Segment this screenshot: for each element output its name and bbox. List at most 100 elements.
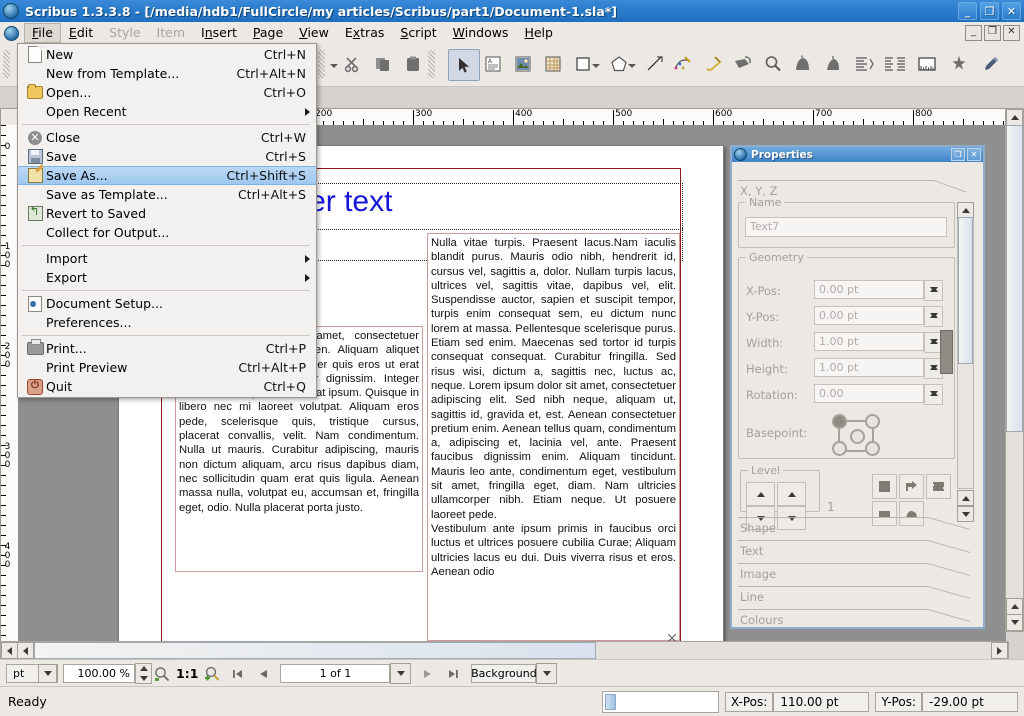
flip-vertical-button[interactable] bbox=[926, 474, 951, 499]
next-page-button[interactable] bbox=[417, 664, 437, 683]
width-input[interactable]: 1.00 pt bbox=[814, 332, 924, 351]
menu-extras[interactable]: Extras bbox=[337, 23, 393, 43]
chevron-down-icon-polygon[interactable] bbox=[628, 61, 637, 70]
tab-image[interactable]: Image bbox=[740, 567, 776, 581]
file-menu-item-new[interactable]: New Ctrl+N bbox=[18, 45, 316, 64]
scroll-left-button-2[interactable] bbox=[17, 642, 34, 659]
basepoint-top-right[interactable] bbox=[865, 414, 880, 429]
basepoint-top-left[interactable] bbox=[832, 414, 847, 429]
eye-dropper-icon[interactable] bbox=[976, 49, 1006, 79]
file-menu-item-document-setup[interactable]: Document Setup... bbox=[18, 294, 316, 313]
file-menu-item-revert-to-saved[interactable]: Revert to Saved bbox=[18, 204, 316, 223]
xpos-input[interactable]: 0.00 pt bbox=[814, 280, 924, 299]
menu-script[interactable]: Script bbox=[392, 23, 444, 43]
previous-page-button[interactable] bbox=[254, 664, 274, 683]
file-menu-item-import[interactable]: Import bbox=[18, 249, 316, 268]
scroll-right-button[interactable] bbox=[991, 642, 1008, 659]
xpos-spinner[interactable] bbox=[924, 280, 943, 301]
close-icon[interactable]: ✕ bbox=[1002, 2, 1021, 20]
file-menu-item-new-from-template[interactable]: New from Template... Ctrl+Alt+N bbox=[18, 64, 316, 83]
toolbar-grip-2[interactable] bbox=[318, 50, 325, 78]
file-menu-item-preferences[interactable]: Preferences... bbox=[18, 313, 316, 332]
chevron-down-icon-shape[interactable] bbox=[592, 61, 601, 70]
doc-restore-icon[interactable]: ❐ bbox=[984, 25, 1001, 41]
height-input[interactable]: 1.00 pt bbox=[814, 358, 924, 377]
palette-scrollbar[interactable] bbox=[957, 202, 974, 489]
zoom-input[interactable]: 100.00 % bbox=[63, 664, 135, 683]
select-item-icon[interactable] bbox=[448, 49, 480, 81]
ypos-spinner[interactable] bbox=[924, 306, 943, 327]
ypos-input[interactable]: 0.00 pt bbox=[814, 306, 924, 325]
tab-line[interactable]: Line bbox=[740, 590, 764, 604]
file-menu-item-save-as[interactable]: Save As... Ctrl+Shift+S bbox=[18, 166, 316, 185]
basepoint-selector[interactable] bbox=[832, 414, 880, 456]
menu-file[interactable]: File bbox=[24, 23, 61, 43]
first-page-button[interactable] bbox=[228, 664, 248, 683]
page-dropdown-icon[interactable] bbox=[390, 663, 412, 684]
zoom-in-icon[interactable] bbox=[202, 664, 222, 683]
palette-close-icon[interactable]: ✕ bbox=[967, 148, 981, 161]
freehand-line-icon[interactable] bbox=[698, 49, 728, 79]
paste-icon[interactable] bbox=[398, 49, 428, 79]
horizontal-scroll-thumb[interactable] bbox=[34, 642, 596, 659]
measurements-icon[interactable] bbox=[912, 49, 942, 79]
insert-image-frame-icon[interactable] bbox=[508, 49, 538, 79]
properties-palette[interactable]: Properties ❐ ✕ X, Y, Z Name Text7 Geomet… bbox=[730, 145, 985, 637]
vertical-scrollbar[interactable] bbox=[1005, 108, 1024, 632]
file-menu-item-export[interactable]: Export bbox=[18, 268, 316, 287]
menu-page[interactable]: Page bbox=[245, 23, 291, 43]
horizontal-scrollbar[interactable] bbox=[0, 641, 1009, 660]
vertical-scroll-thumb[interactable] bbox=[1006, 125, 1023, 432]
properties-title-bar[interactable]: Properties ❐ ✕ bbox=[732, 147, 983, 162]
flip-none-button[interactable] bbox=[872, 474, 897, 499]
name-input[interactable]: Text7 bbox=[745, 217, 947, 237]
copy-icon[interactable] bbox=[368, 49, 398, 79]
link-text-frames-icon[interactable] bbox=[818, 49, 848, 79]
layer-dropdown-icon[interactable] bbox=[536, 663, 558, 684]
menu-windows[interactable]: Windows bbox=[445, 23, 517, 43]
file-menu-popup[interactable]: New Ctrl+N New from Template... Ctrl+Alt+N O… bbox=[17, 43, 317, 398]
insert-text-frame-icon[interactable]: A bbox=[478, 49, 508, 79]
file-menu-item-collect-for-output[interactable]: Collect for Output... bbox=[18, 223, 316, 242]
menu-help[interactable]: Help bbox=[516, 23, 561, 43]
tab-colours[interactable]: Colours bbox=[740, 613, 783, 627]
file-menu-item-save-as-template[interactable]: Save as Template... Ctrl+Alt+S bbox=[18, 185, 316, 204]
palette-restore-icon[interactable]: ❐ bbox=[951, 148, 965, 161]
layer-selector[interactable]: Background bbox=[471, 664, 537, 683]
file-menu-item-print-preview[interactable]: Print Preview Ctrl+Alt+P bbox=[18, 358, 316, 377]
zoom-spinner[interactable] bbox=[135, 663, 152, 684]
toolbar-grip-1[interactable] bbox=[3, 50, 10, 78]
cut-icon[interactable] bbox=[337, 49, 367, 79]
basepoint-bottom-right[interactable] bbox=[865, 441, 880, 456]
scroll-down-button-2[interactable] bbox=[1006, 598, 1023, 615]
doc-minimize-icon[interactable]: _ bbox=[965, 25, 982, 41]
file-menu-item-open[interactable]: Open... Ctrl+O bbox=[18, 83, 316, 102]
raise-to-top-button[interactable] bbox=[777, 482, 806, 506]
flip-horizontal-button[interactable] bbox=[899, 474, 924, 499]
unit-dropdown-icon[interactable] bbox=[38, 664, 57, 683]
doc-close-icon[interactable]: ✕ bbox=[1003, 25, 1020, 41]
basepoint-bottom-left[interactable] bbox=[832, 441, 847, 456]
scroll-up-button[interactable] bbox=[1006, 109, 1023, 126]
edit-contents-icon[interactable] bbox=[788, 49, 818, 79]
menu-insert[interactable]: Insert bbox=[193, 23, 245, 43]
right-text-frame[interactable]: Nulla vitae turpis. Praesent lacus.Nam i… bbox=[427, 233, 680, 641]
file-menu-item-close[interactable]: ✕ Close Ctrl+W bbox=[18, 128, 316, 147]
tab-shape[interactable]: Shape bbox=[740, 521, 776, 535]
unlink-text-frames-icon[interactable] bbox=[880, 49, 910, 79]
scroll-down-button[interactable] bbox=[1006, 614, 1023, 631]
file-menu-item-save[interactable]: Save Ctrl+S bbox=[18, 147, 316, 166]
insert-bezier-icon[interactable] bbox=[668, 49, 698, 79]
basepoint-center[interactable] bbox=[850, 429, 865, 444]
palette-scroll-up-2[interactable] bbox=[957, 490, 974, 506]
keep-aspect-ratio-toggle[interactable] bbox=[940, 330, 953, 374]
insert-line-icon[interactable] bbox=[640, 49, 670, 79]
file-menu-item-open-recent[interactable]: Open Recent bbox=[18, 102, 316, 121]
minimize-icon[interactable]: _ bbox=[958, 2, 977, 20]
zoom-ratio[interactable]: 1:1 bbox=[172, 666, 202, 681]
menu-edit[interactable]: Edit bbox=[61, 23, 101, 43]
scroll-left-button[interactable] bbox=[1, 642, 18, 659]
file-menu-item-print[interactable]: Print... Ctrl+P bbox=[18, 339, 316, 358]
last-page-button[interactable] bbox=[443, 664, 463, 683]
rotation-input[interactable]: 0.00 bbox=[814, 384, 924, 403]
